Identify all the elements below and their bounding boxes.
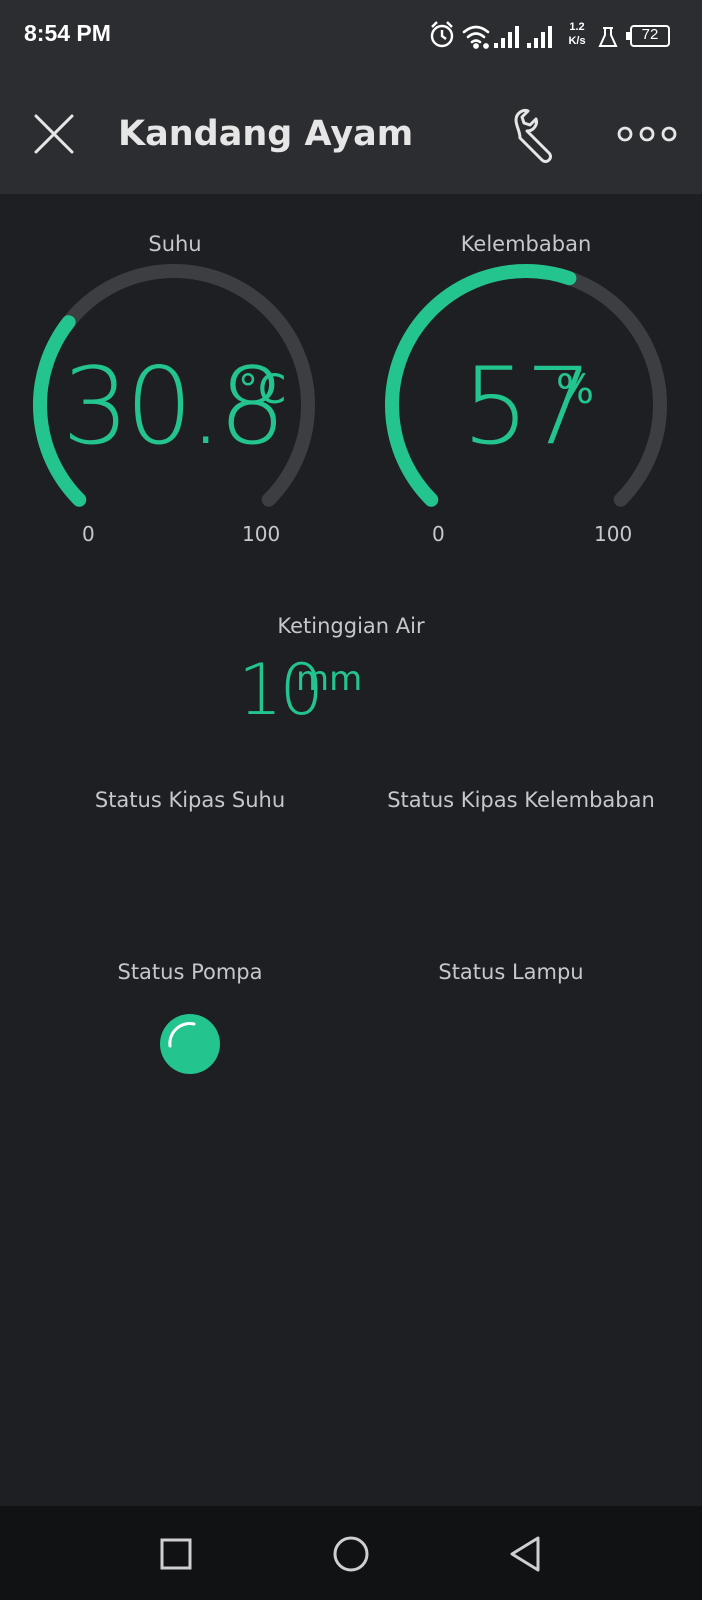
close-icon <box>34 114 74 154</box>
status-bar: 8:54 PM 1.2 K/s 72 <box>0 0 702 72</box>
status-time: 8:54 PM <box>24 20 111 46</box>
home-icon <box>333 1536 369 1572</box>
flask-icon <box>598 27 618 47</box>
kelembaban-max: 100 <box>594 522 633 546</box>
network-speed: 1.2 K/s <box>562 20 592 48</box>
app-bar: Kandang Ayam <box>0 72 702 194</box>
home-button[interactable] <box>327 1530 375 1578</box>
status-icons: 1.2 K/s 72 <box>428 18 678 54</box>
more-button[interactable] <box>616 116 678 152</box>
suhu-label: Suhu <box>148 232 202 256</box>
recents-button[interactable] <box>152 1530 200 1578</box>
wrench-icon <box>514 109 552 163</box>
status-kipas-suhu-label: Status Kipas Suhu <box>94 788 286 812</box>
navigation-bar <box>0 1506 702 1600</box>
back-button[interactable] <box>502 1530 550 1578</box>
status-lampu-label: Status Lampu <box>438 960 584 984</box>
recents-icon <box>160 1538 192 1570</box>
signal-icon <box>527 26 552 48</box>
status-kipas-kelembaban-label: Status Kipas Kelembaban <box>387 788 655 812</box>
status-pompa-led[interactable] <box>160 1014 220 1074</box>
suhu-unit: °C <box>238 367 286 413</box>
network-speed-value: 1.2 <box>569 21 585 33</box>
led-highlight-icon <box>168 1022 196 1048</box>
more-icon <box>617 126 677 142</box>
dashboard-screen: 8:54 PM 1.2 K/s 72 Kandang Ayam Suhu 30.… <box>0 0 702 1600</box>
status-pompa-label: Status Pompa <box>117 960 263 984</box>
kelembaban-unit: % <box>556 367 595 413</box>
suhu-min: 0 <box>82 522 95 546</box>
ketinggian-air-label: Ketinggian Air <box>277 614 425 638</box>
page-title: Kandang Ayam <box>118 114 414 154</box>
ketinggian-air-unit: mm <box>296 659 363 699</box>
close-button[interactable] <box>24 104 84 164</box>
suhu-max: 100 <box>242 522 281 546</box>
battery-level: 72 <box>641 26 659 43</box>
signal-icon <box>494 26 519 48</box>
settings-button[interactable] <box>506 106 564 164</box>
kelembaban-label: Kelembaban <box>460 232 592 256</box>
wifi-icon <box>462 25 490 49</box>
alarm-icon <box>430 21 454 48</box>
kelembaban-min: 0 <box>432 522 445 546</box>
network-speed-unit: K/s <box>568 35 586 47</box>
back-icon <box>510 1536 540 1572</box>
